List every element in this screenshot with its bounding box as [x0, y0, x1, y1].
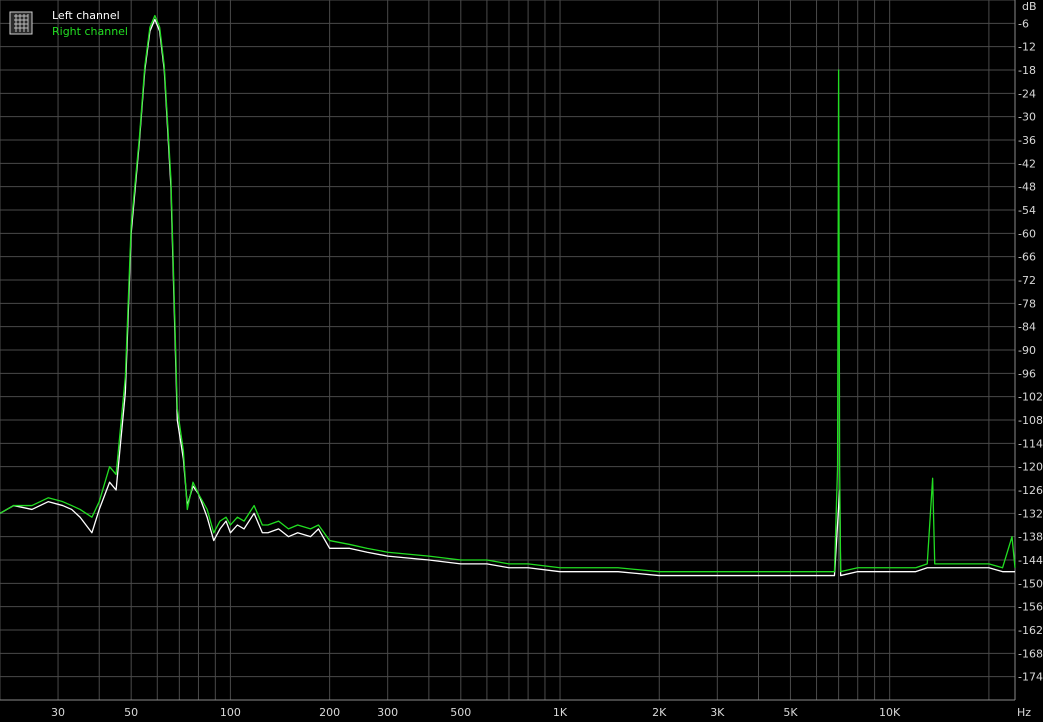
y-tick-label: -168 — [1018, 647, 1043, 660]
x-tick-label: 500 — [450, 706, 471, 719]
y-tick-label: -126 — [1018, 484, 1043, 497]
x-tick-label: 3K — [710, 706, 725, 719]
x-tick-label: 50 — [124, 706, 138, 719]
x-tick-label: 300 — [377, 706, 398, 719]
y-tick-label: -96 — [1018, 367, 1036, 380]
y-tick-label: -12 — [1018, 41, 1036, 54]
y-tick-label: -30 — [1018, 111, 1036, 124]
x-tick-label: 200 — [319, 706, 340, 719]
x-tick-label: 100 — [220, 706, 241, 719]
y-tick-label: -78 — [1018, 297, 1036, 310]
spectrum-chart: -6 -12 -18 -24 -30 -36 -42 -48 -54 -60 -66 -72 -78 -8… — [0, 0, 1043, 722]
x-tick-label: 1K — [553, 706, 568, 719]
x-axis-label: Hz — [1017, 706, 1031, 719]
y-tick-label: -102 — [1018, 391, 1043, 404]
x-tick-label: 30 — [51, 706, 65, 719]
y-tick-label: -120 — [1018, 461, 1043, 474]
y-tick-label: -60 — [1018, 227, 1036, 240]
x-tick-label: 2K — [652, 706, 667, 719]
y-tick-label: -24 — [1018, 87, 1036, 100]
y-tick-label: -54 — [1018, 204, 1036, 217]
legend-grid-icon — [9, 11, 33, 35]
legend-right-channel: Right channel — [52, 25, 128, 38]
y-tick-label: -150 — [1018, 577, 1043, 590]
legend-left-channel: Left channel — [52, 9, 120, 22]
y-tick-label: -138 — [1018, 531, 1043, 544]
y-tick-label: -72 — [1018, 274, 1036, 287]
y-tick-label: -90 — [1018, 344, 1036, 357]
y-tick-label: -48 — [1018, 181, 1036, 194]
y-tick-label: -114 — [1018, 437, 1043, 450]
y-tick-label: -36 — [1018, 134, 1036, 147]
y-tick-label: -84 — [1018, 321, 1036, 334]
y-tick-label: -42 — [1018, 157, 1036, 170]
y-tick-label: -108 — [1018, 414, 1043, 427]
y-tick-label: -162 — [1018, 624, 1043, 637]
y-tick-label: -156 — [1018, 601, 1043, 614]
y-axis-label: dB — [1022, 0, 1037, 13]
y-tick-label: -174 — [1018, 671, 1043, 684]
y-tick-label: -132 — [1018, 507, 1043, 520]
x-tick-label: 5K — [783, 706, 798, 719]
y-tick-label: -66 — [1018, 251, 1036, 264]
x-tick-label: 10K — [879, 706, 901, 719]
chart-background — [0, 0, 1043, 722]
y-tick-label: -6 — [1018, 17, 1029, 30]
y-tick-label: -144 — [1018, 554, 1043, 567]
y-tick-label: -18 — [1018, 64, 1036, 77]
